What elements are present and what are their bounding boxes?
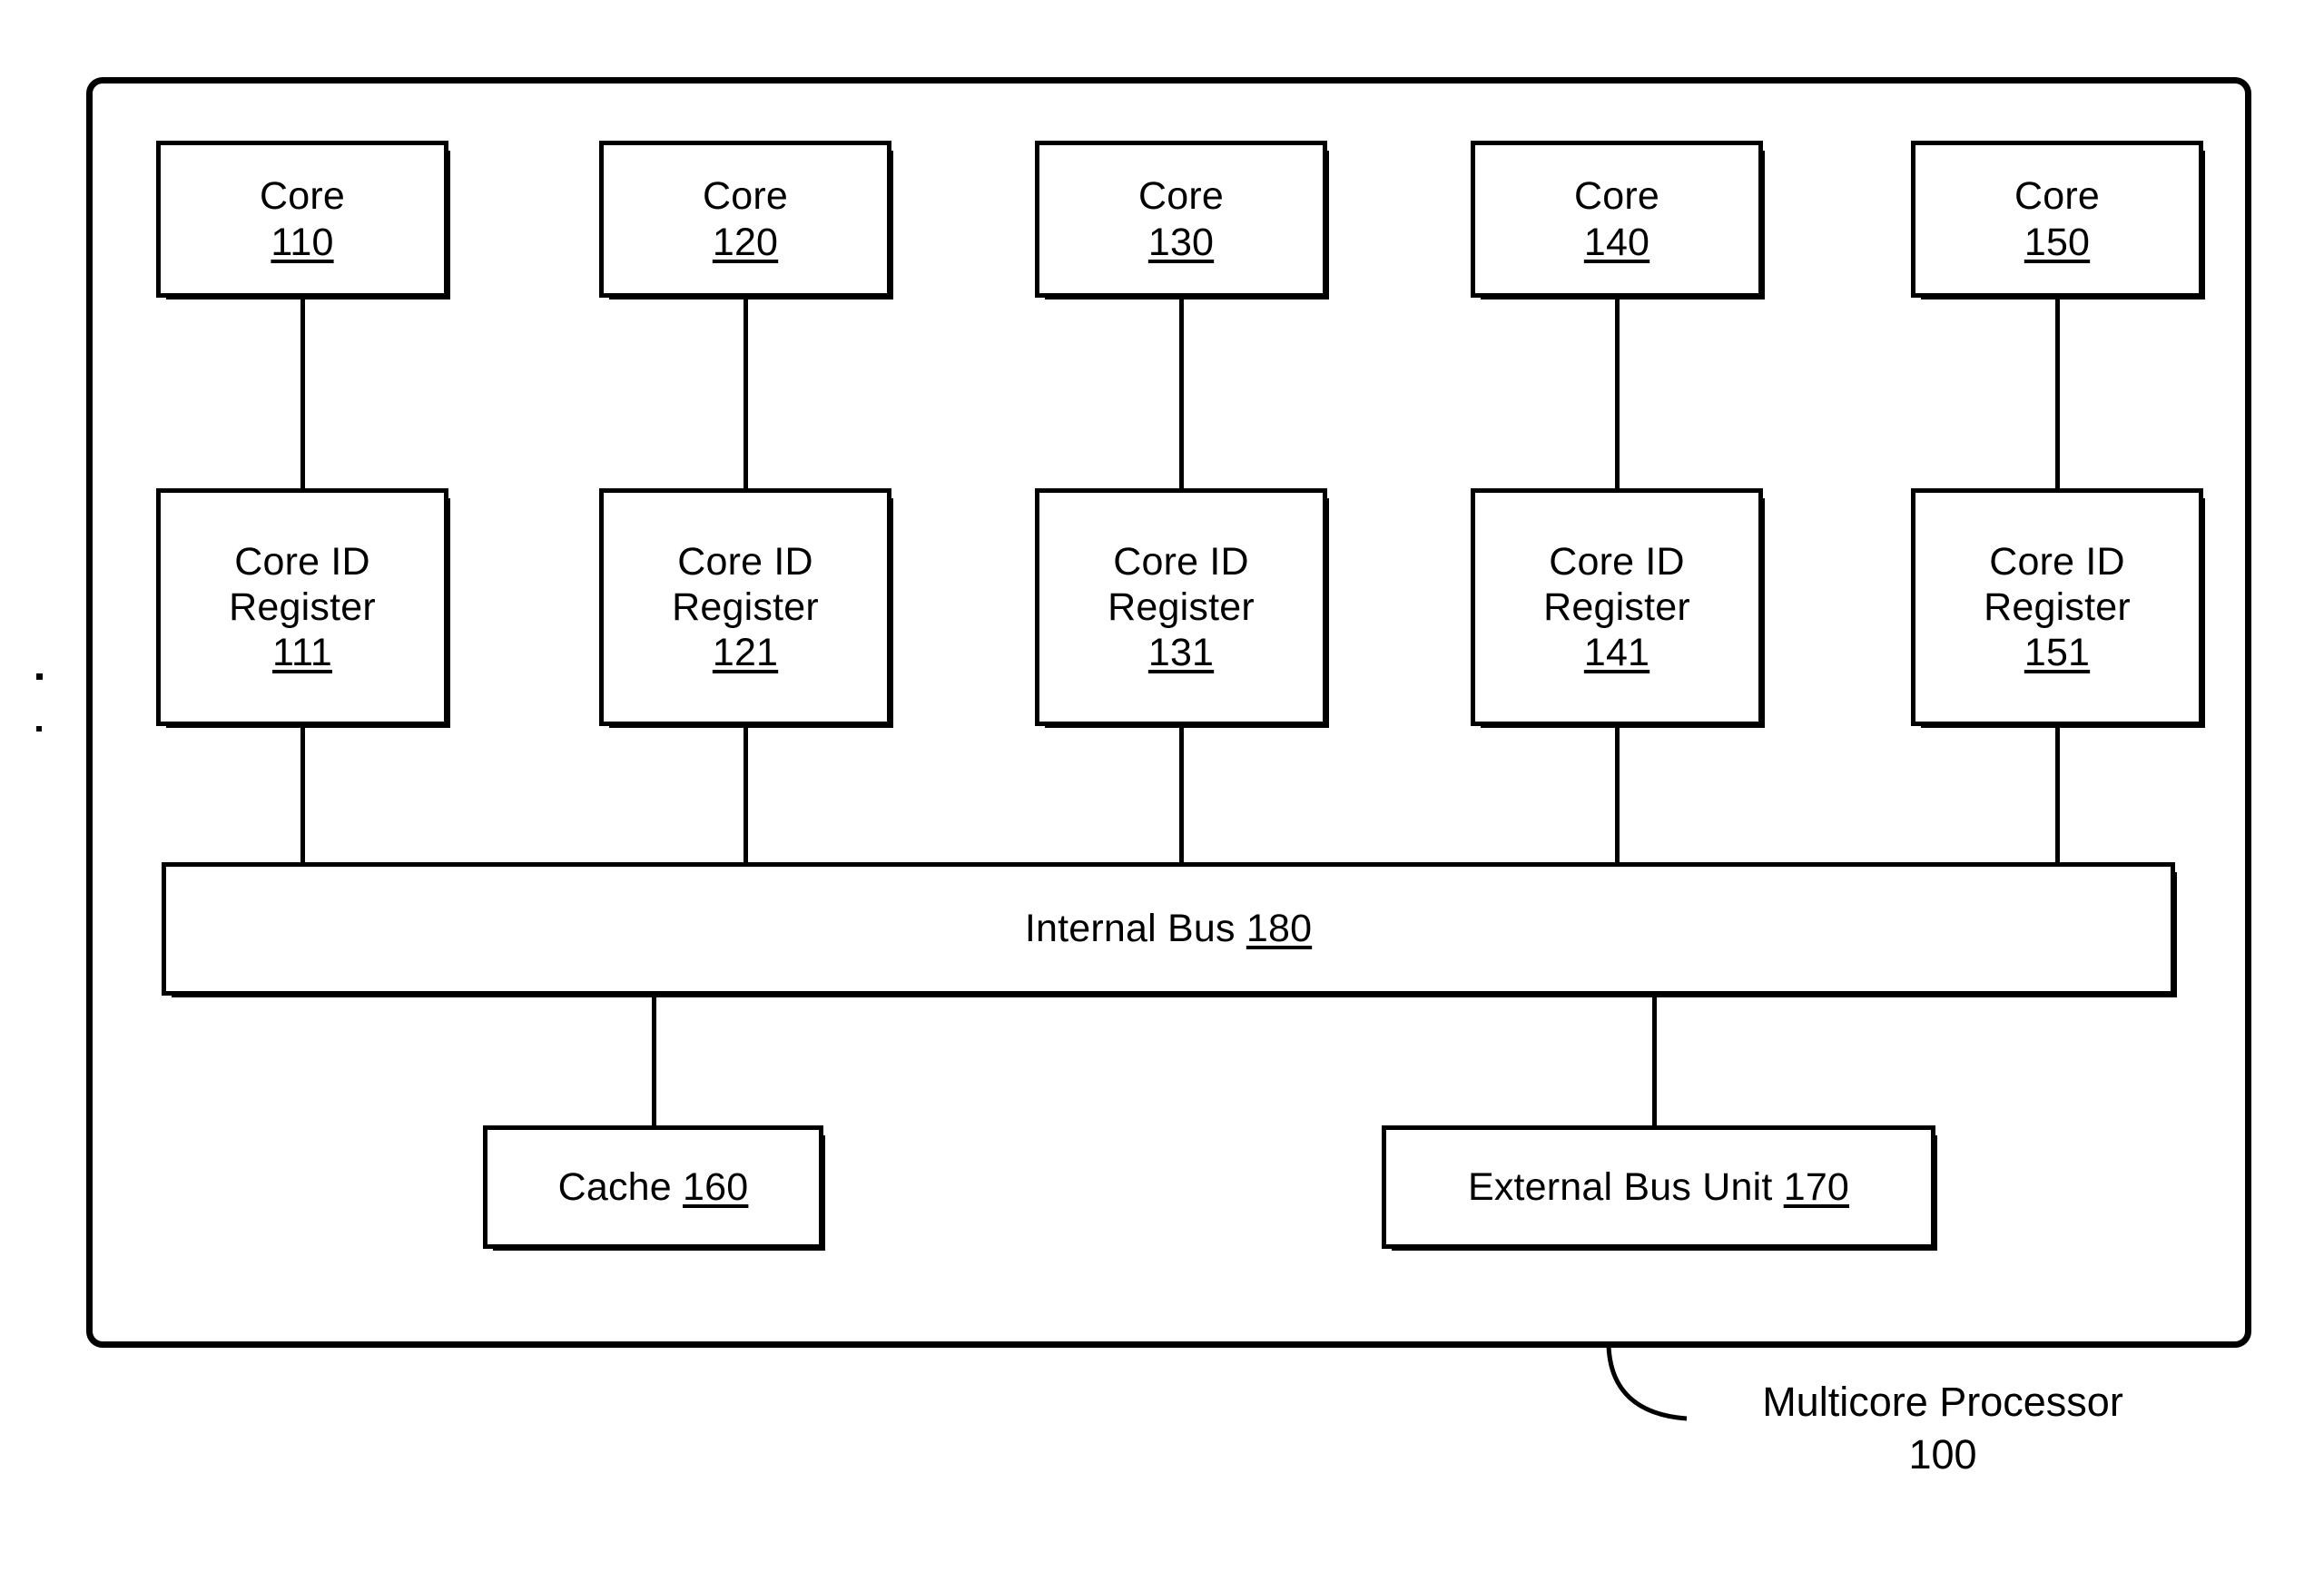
cache-label: Cache xyxy=(557,1164,672,1209)
register-ref-number: 121 xyxy=(712,631,779,675)
core-ref-number: 140 xyxy=(1583,220,1650,264)
core-block-120[interactable]: Core 120 xyxy=(599,141,893,300)
core-ref-number: 150 xyxy=(2024,220,2091,264)
external-bus-unit-text: External Bus Unit 170 xyxy=(1468,1164,1849,1210)
internal-bus-text: Internal Bus 180 xyxy=(1025,906,1312,951)
core-id-register-block-131[interactable]: Core ID Register 131 xyxy=(1035,488,1329,728)
core-ref-number: 110 xyxy=(271,220,334,264)
core-id-register-block-151[interactable]: Core ID Register 151 xyxy=(1911,488,2205,728)
connector-register-to-bus xyxy=(2055,724,2060,866)
cache-block-160[interactable]: Cache 160 xyxy=(483,1125,825,1251)
figure-title-label: Multicore Processor xyxy=(1762,1379,2123,1425)
register-label-line2: Register xyxy=(1108,584,1255,629)
figure-title-ref-number: 100 xyxy=(1908,1430,1977,1478)
core-block-110[interactable]: Core 110 xyxy=(156,141,450,300)
register-ref-number: 141 xyxy=(1583,631,1650,675)
core-label: Core xyxy=(259,174,345,219)
cache-space xyxy=(672,1165,683,1209)
register-label-line1: Core ID xyxy=(1989,539,2125,584)
connector-bus-to-cache xyxy=(652,992,656,1128)
core-id-register-block-121[interactable]: Core ID Register 121 xyxy=(599,488,893,728)
connector-core-to-register xyxy=(1179,295,1184,491)
internal-bus-label: Internal Bus xyxy=(1024,907,1236,951)
internal-bus-block-180[interactable]: Internal Bus 180 xyxy=(162,862,2177,997)
connector-register-to-bus xyxy=(1615,724,1620,866)
external-bus-unit-space xyxy=(1773,1165,1784,1209)
register-label-line2: Register xyxy=(672,584,819,629)
scan-speckle xyxy=(36,673,43,680)
scan-speckle xyxy=(36,726,42,732)
core-ref-number: 120 xyxy=(712,220,779,264)
core-label: Core xyxy=(702,174,788,219)
core-id-register-block-111[interactable]: Core ID Register 111 xyxy=(156,488,450,728)
connector-core-to-register xyxy=(2055,295,2060,491)
register-ref-number: 131 xyxy=(1147,631,1215,675)
register-label-line2: Register xyxy=(229,584,376,629)
connector-register-to-bus xyxy=(743,724,748,866)
cache-text: Cache 160 xyxy=(558,1164,749,1210)
core-label: Core xyxy=(2014,174,2100,219)
figure-title-callout: Multicore Processor 100 xyxy=(1689,1376,2197,1480)
connector-core-to-register xyxy=(300,295,305,491)
external-bus-unit-label: External Bus Unit xyxy=(1467,1164,1773,1209)
register-label-line1: Core ID xyxy=(234,539,370,584)
core-block-140[interactable]: Core 140 xyxy=(1471,141,1765,300)
external-bus-unit-ref-number: 170 xyxy=(1783,1164,1850,1209)
core-block-130[interactable]: Core 130 xyxy=(1035,141,1329,300)
internal-bus-space xyxy=(1236,907,1246,950)
register-label-line1: Core ID xyxy=(677,539,813,584)
core-label: Core xyxy=(1573,174,1659,219)
connector-register-to-bus xyxy=(300,724,305,866)
connector-core-to-register xyxy=(1615,295,1620,491)
internal-bus-ref-number: 180 xyxy=(1246,907,1313,951)
connector-bus-to-external-bus-unit xyxy=(1652,992,1657,1128)
register-label-line2: Register xyxy=(1984,584,2131,629)
register-ref-number: 151 xyxy=(2024,631,2091,675)
core-block-150[interactable]: Core 150 xyxy=(1911,141,2205,300)
connector-core-to-register xyxy=(743,295,748,491)
register-label-line2: Register xyxy=(1543,584,1690,629)
register-ref-number: 111 xyxy=(272,631,332,675)
connector-register-to-bus xyxy=(1179,724,1184,866)
register-label-line1: Core ID xyxy=(1113,539,1249,584)
core-id-register-block-141[interactable]: Core ID Register 141 xyxy=(1471,488,1765,728)
external-bus-unit-block-170[interactable]: External Bus Unit 170 xyxy=(1382,1125,1937,1251)
patent-figure-multicore-processor: Core 110 Core 120 Core 130 Core 140 Core… xyxy=(0,0,2324,1581)
cache-ref-number: 160 xyxy=(683,1164,749,1209)
register-label-line1: Core ID xyxy=(1549,539,1685,584)
core-label: Core xyxy=(1137,174,1224,219)
core-ref-number: 130 xyxy=(1147,220,1215,264)
